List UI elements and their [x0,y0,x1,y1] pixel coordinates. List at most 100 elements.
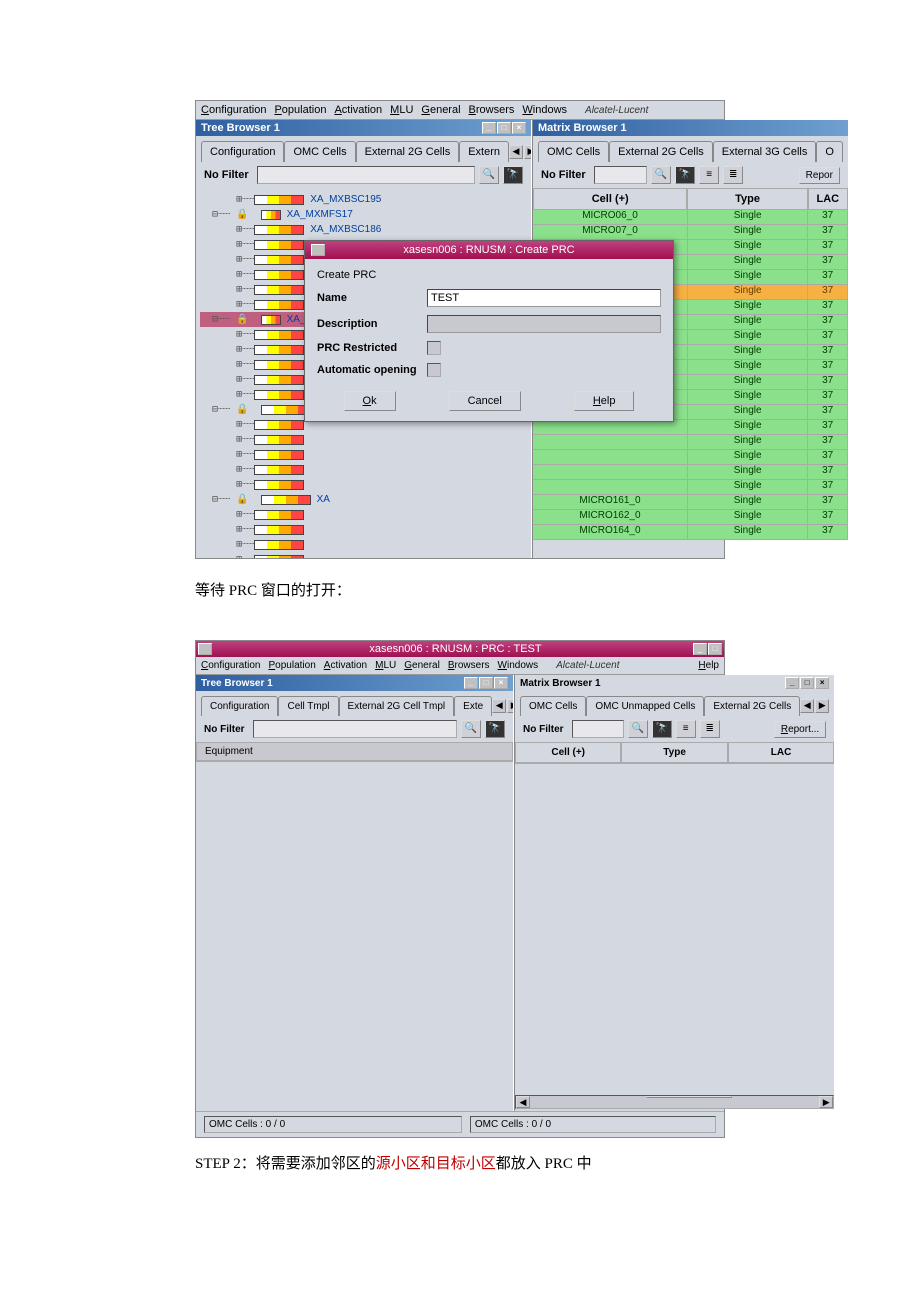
table-row[interactable]: MICRO164_0Single37 [533,525,848,540]
prc-restricted-checkbox[interactable] [427,341,441,355]
menu-mlu[interactable]: MLU [375,660,396,671]
tab-omc-cells[interactable]: OMC Cells [284,141,355,162]
binoculars-icon[interactable]: 🔭 [652,720,672,738]
auto-open-checkbox[interactable] [427,363,441,377]
t2-cell-tmpl[interactable]: Cell Tmpl [278,696,338,716]
t2-exte[interactable]: Exte [454,696,492,716]
tree-row[interactable]: ⊞┈┈ [200,537,527,552]
help-button[interactable]: Help [574,391,635,411]
tree-row[interactable]: ⊞┈┈XA_MXBSC186 [200,222,527,237]
ok-button[interactable]: Ok [344,391,396,411]
menu-mlu[interactable]: MLU [390,104,413,116]
m2-col-lac[interactable]: LAC [728,742,834,763]
cols-icon[interactable]: ≡ [676,720,696,738]
tab-left-icon[interactable]: ◀ [509,145,523,159]
report-button[interactable]: Report... [774,721,826,738]
table-row[interactable]: Single37 [533,450,848,465]
menu-configuration[interactable]: Configuration [201,660,261,671]
tree-row[interactable]: ⊞┈┈ [200,522,527,537]
table-row[interactable]: Single37 [533,435,848,450]
menu-general[interactable]: General [404,660,440,671]
mtab-ext-3g[interactable]: External 3G Cells [713,141,817,162]
table-row[interactable]: MICRO06_0Single37 [533,210,848,225]
max-icon[interactable]: □ [479,677,493,689]
max-icon[interactable]: □ [497,122,511,134]
tab-configuration[interactable]: Configuration [201,141,284,162]
mfilter-input[interactable] [594,166,648,184]
m2-ext-2g[interactable]: External 2G Cells [704,696,800,716]
mrows-icon[interactable]: ≣ [723,166,743,184]
tab-right-icon[interactable]: ▶ [524,145,531,159]
filter-input[interactable] [257,166,475,184]
tree-row[interactable]: ⊞┈┈ [200,432,527,447]
menu-browsers[interactable]: Browsers [469,104,515,116]
tab-extern[interactable]: Extern [459,141,509,162]
min-icon[interactable]: _ [785,677,799,689]
col-type[interactable]: Type [687,188,807,210]
tree-row[interactable]: ⊞┈┈ [200,462,527,477]
menu-configuration[interactable]: Configuration [201,104,266,116]
menu-activation[interactable]: Activation [334,104,382,116]
tab-left-icon[interactable]: ◀ [800,699,814,713]
report-button[interactable]: Repor [799,167,840,184]
sysmenu-icon[interactable] [198,643,212,655]
zoom-icon[interactable]: 🔍 [479,166,499,184]
menu-browsers[interactable]: Browsers [448,660,490,671]
t2-ext-2g-tmpl[interactable]: External 2G Cell Tmpl [339,696,455,716]
m2-col-type[interactable]: Type [621,742,727,763]
mzoom-icon[interactable]: 🔍 [651,166,671,184]
min-icon[interactable]: _ [693,643,707,655]
menu-population[interactable]: Population [269,660,316,671]
binoculars-icon[interactable]: 🔭 [485,720,505,738]
min-icon[interactable]: _ [482,122,496,134]
name-input[interactable] [427,289,661,307]
table-row[interactable]: MICRO161_0Single37 [533,495,848,510]
tab-left-icon[interactable]: ◀ [492,699,506,713]
mbinoculars-icon[interactable]: 🔭 [675,166,695,184]
menu-general[interactable]: General [421,104,460,116]
tree-row[interactable]: ⊞┈┈ [200,552,527,558]
min-icon[interactable]: _ [464,677,478,689]
close-icon[interactable]: × [512,122,526,134]
max-icon[interactable]: □ [800,677,814,689]
h-scrollbar[interactable]: ◀▶ [515,1095,834,1109]
table-row[interactable]: Single37 [533,480,848,495]
menu-activation[interactable]: Activation [324,660,367,671]
tree-row[interactable]: ⊟┈┈ 🔒 XA_MXMFS17 [200,207,527,222]
mcols-icon[interactable]: ≡ [699,166,719,184]
t2-filter-input[interactable] [253,720,457,738]
m2-col-cell[interactable]: Cell (+) [515,742,621,763]
zoom-icon[interactable]: 🔍 [628,720,648,738]
mtab-ext-2g[interactable]: External 2G Cells [609,141,713,162]
m2-unmapped[interactable]: OMC Unmapped Cells [586,696,704,716]
binoculars-icon[interactable]: 🔭 [503,166,523,184]
cancel-button[interactable]: Cancel [449,391,521,411]
table-row[interactable]: Single37 [533,465,848,480]
tree-row[interactable]: ⊞┈┈XA_MXBSC195 [200,192,527,207]
max-icon[interactable]: □ [708,643,722,655]
description-input[interactable] [427,315,661,333]
t2-configuration[interactable]: Configuration [201,696,278,716]
close-icon[interactable]: × [815,677,829,689]
zoom-icon[interactable]: 🔍 [461,720,481,738]
m2-omc-cells[interactable]: OMC Cells [520,696,586,716]
tree-row[interactable]: ⊞┈┈ [200,477,527,492]
menu-windows[interactable]: Windows [498,660,539,671]
col-lac[interactable]: LAC [808,188,848,210]
table-row[interactable]: Single37 [533,420,848,435]
mtab-o[interactable]: O [816,141,843,162]
rows-icon[interactable]: ≣ [700,720,720,738]
tree-row[interactable]: ⊞┈┈ [200,507,527,522]
table-row[interactable]: MICRO162_0Single37 [533,510,848,525]
tree-row[interactable]: ⊞┈┈ [200,447,527,462]
equipment-header[interactable]: Equipment [196,742,513,761]
tab-ext-2g[interactable]: External 2G Cells [356,141,460,162]
tree-row[interactable]: ⊟┈┈ 🔒 XA [200,492,527,507]
m2-filter-input[interactable] [572,720,624,738]
menu-population[interactable]: Population [274,104,326,116]
tab-right-icon[interactable]: ▶ [815,699,829,713]
col-cell[interactable]: Cell (+) [533,188,687,210]
table-row[interactable]: MICRO07_0Single37 [533,225,848,240]
menu-windows[interactable]: Windows [522,104,567,116]
menu-help[interactable]: Help [698,660,719,671]
